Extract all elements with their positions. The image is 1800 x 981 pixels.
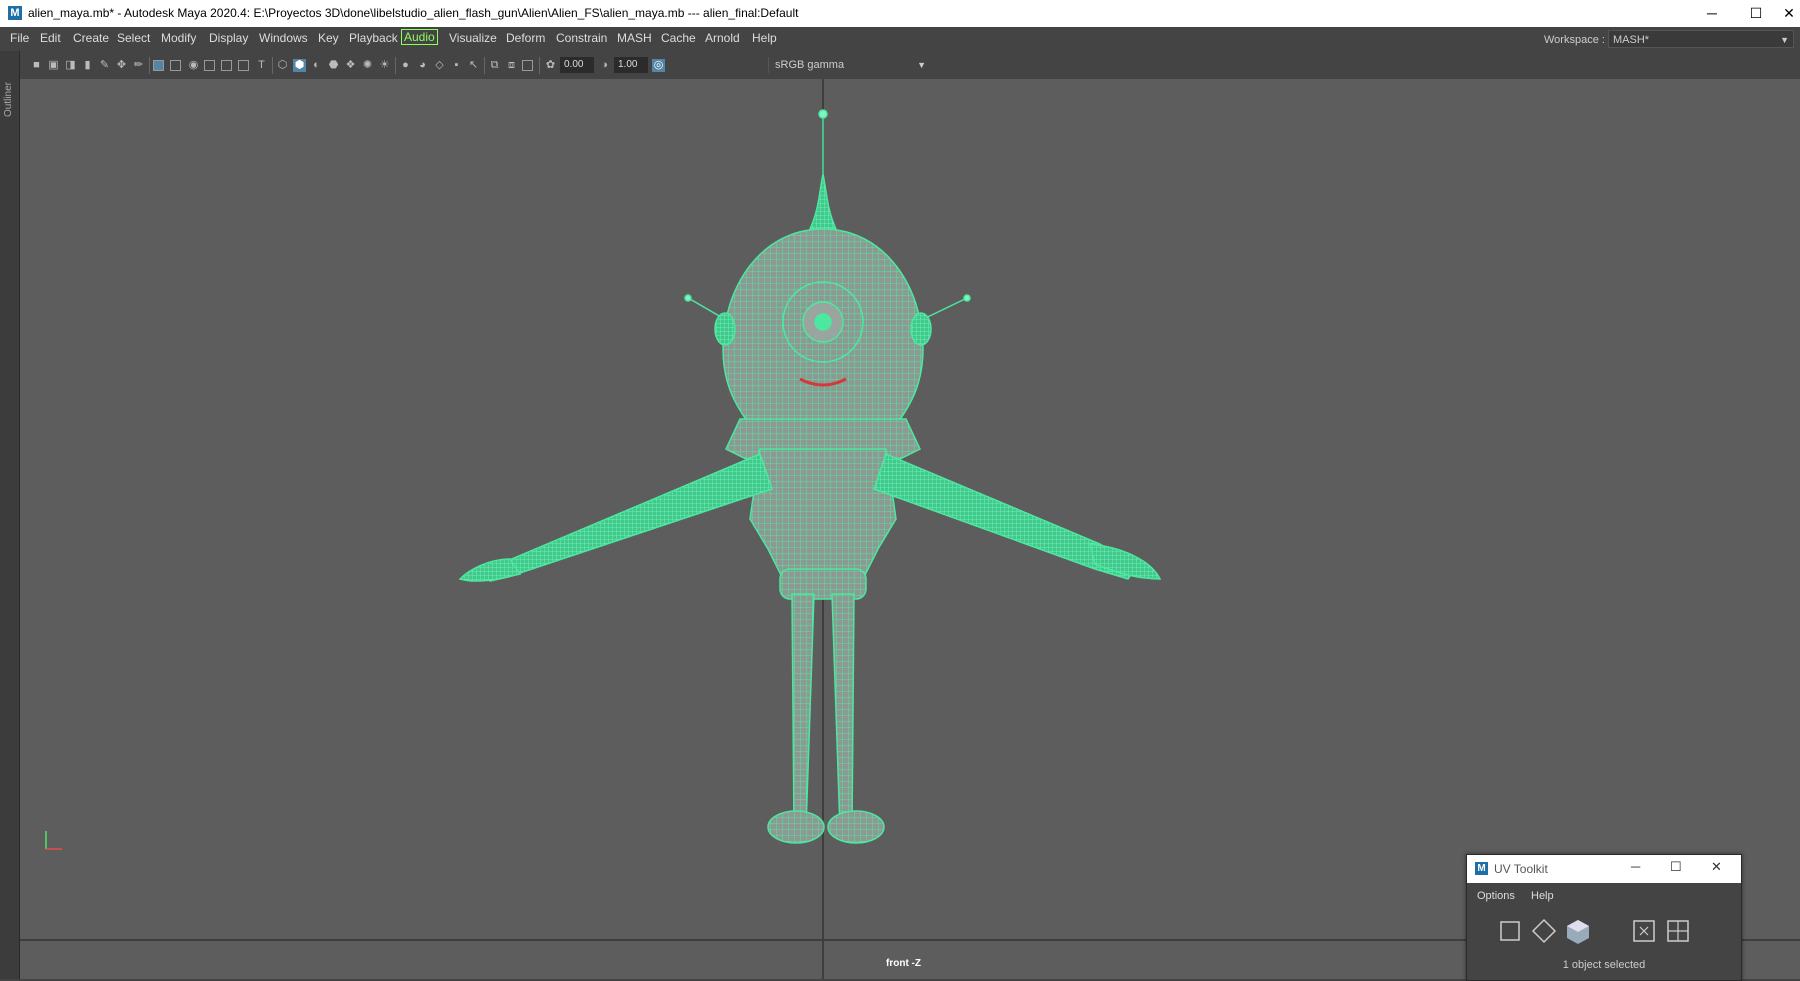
two-d-pan-icon[interactable]: ✥ [115,59,128,72]
viewport-front[interactable] [20,79,1800,979]
menu-key[interactable]: Key [318,31,339,45]
uv-focus-icon[interactable] [1631,918,1657,944]
safe-title-icon[interactable]: T [255,59,268,72]
wireframe-icon[interactable]: ⬡ [276,59,289,72]
uv-toolkit-title: UV Toolkit [1494,862,1548,876]
maya-app-icon: M [8,6,22,20]
uv-diamond-icon[interactable] [1531,918,1557,944]
uv-toolkit-window: M UV Toolkit ─ ☐ ✕ Options Help 1 object… [1466,854,1742,981]
menu-file[interactable]: File [10,31,29,45]
uv-grid-icon[interactable] [1665,918,1691,944]
exposure-icon[interactable]: ✿ [544,59,557,72]
wireframe-on-shaded-icon[interactable]: ⬣ [327,59,340,72]
menu-constrain[interactable]: Constrain [556,31,607,45]
image-plane-icon[interactable]: ✎ [98,59,111,72]
uv-menu-help[interactable]: Help [1531,890,1554,902]
gamma-icon[interactable]: ◑ [598,59,611,72]
menu-audio[interactable]: Audio [401,29,438,45]
panel-toolbar: ■ ▣ ◨ ▮ ✎ ✥ ✏ ◉ T ⬡ ⬢ ◐ ⬣ ❖ ✺ ☀ ● ◕ ◇ ▪ … [20,51,1800,80]
axis-gizmo [45,831,62,850]
color-space-value: sRGB gamma [775,59,845,71]
anti-aliasing-icon[interactable]: ◇ [433,59,446,72]
grease-pencil-icon[interactable]: ✏ [132,59,145,72]
toolbar-separator [272,57,273,74]
uv-toolkit-titlebar[interactable]: M UV Toolkit ─ ☐ ✕ [1467,855,1741,883]
menu-visualize[interactable]: Visualize [449,31,497,45]
menu-display[interactable]: Display [209,31,248,45]
uv-close-button[interactable]: ✕ [1711,859,1722,875]
xray-joints-icon[interactable]: ⧉ [488,59,501,72]
field-chart-icon[interactable] [221,60,232,71]
isolate-select-icon[interactable]: ↖ [467,59,480,72]
workspace-value: MASH* [1613,34,1650,46]
close-button[interactable]: ✕ [1778,0,1800,27]
workspace-select[interactable]: MASH* ▼ [1608,30,1794,48]
menu-playback[interactable]: Playback [349,31,398,45]
toolbar-separator [539,57,540,74]
depth-of-field-icon[interactable]: ▪ [450,59,463,72]
xray-icon[interactable]: ❖ [344,59,357,72]
gamma-field[interactable]: 1.00 [614,57,648,73]
camera-lock-icon[interactable]: ◨ [64,59,77,72]
safe-action-icon[interactable] [238,60,249,71]
maximize-button[interactable]: ☐ [1734,0,1778,27]
menu-bar: File Edit Create Select Modify Display W… [0,27,1800,51]
minimize-button[interactable]: ─ [1690,0,1734,27]
lights-icon[interactable]: ✺ [361,59,374,72]
uv-status-text: 1 object selected [1562,959,1646,971]
menu-mash[interactable]: MASH [617,31,652,45]
uv-cube-icon[interactable] [1565,918,1591,944]
menu-select[interactable]: Select [117,31,150,45]
toolbar-separator [484,57,485,74]
exposure-field[interactable]: 0.00 [560,57,594,73]
menu-create[interactable]: Create [73,31,109,45]
workspace-label: Workspace : [1544,34,1605,46]
default-material-icon[interactable]: ◐ [310,59,323,72]
smooth-shade-icon[interactable]: ⬢ [293,59,306,72]
color-management-icon[interactable]: ◎ [652,59,665,72]
toolbar-separator [149,57,150,74]
maya-app-icon: M [1475,862,1488,875]
bookmark-icon[interactable]: ▮ [81,59,94,72]
ambient-occlusion-icon[interactable]: ● [399,59,412,72]
outliner-label: Outliner [3,81,14,117]
resolution-gate-icon[interactable]: ◉ [187,59,200,72]
chevron-down-icon: ▼ [1780,35,1789,45]
xray-active-icon[interactable]: ⧈ [505,59,518,72]
menu-modify[interactable]: Modify [161,31,196,45]
shadows-icon[interactable]: ☀ [378,59,391,72]
backface-culling-icon[interactable] [522,60,533,71]
window-title: alien_maya.mb* - Autodesk Maya 2020.4: E… [28,6,799,20]
menu-edit[interactable]: Edit [40,31,61,45]
outliner-sidebar[interactable]: Outliner [0,51,20,979]
camera-label: front -Z [886,958,921,969]
menu-cache[interactable]: Cache [661,31,696,45]
alien-wireframe-model [20,79,1800,979]
uv-minimize-button[interactable]: ─ [1631,859,1640,874]
menu-deform[interactable]: Deform [506,31,545,45]
menu-arnold[interactable]: Arnold [705,31,740,45]
uv-maximize-button[interactable]: ☐ [1670,859,1682,875]
uv-rect-icon[interactable] [1497,918,1523,944]
camera-attributes-icon[interactable]: ▣ [47,59,60,72]
toolbar-separator [395,57,396,74]
menu-windows[interactable]: Windows [259,31,308,45]
title-bar: M alien_maya.mb* - Autodesk Maya 2020.4:… [0,0,1800,27]
uv-menu-options[interactable]: Options [1477,890,1515,902]
camera-icon[interactable]: ■ [30,59,43,72]
chevron-down-icon: ▼ [917,60,926,70]
menu-help[interactable]: Help [752,31,777,45]
motion-blur-icon[interactable]: ◕ [416,59,429,72]
gate-mask-icon[interactable] [204,60,215,71]
alien-character [458,109,1162,844]
grid-icon[interactable] [153,60,164,71]
color-space-dropdown[interactable]: sRGB gamma ▼ [768,57,928,73]
film-gate-icon[interactable] [170,60,181,71]
